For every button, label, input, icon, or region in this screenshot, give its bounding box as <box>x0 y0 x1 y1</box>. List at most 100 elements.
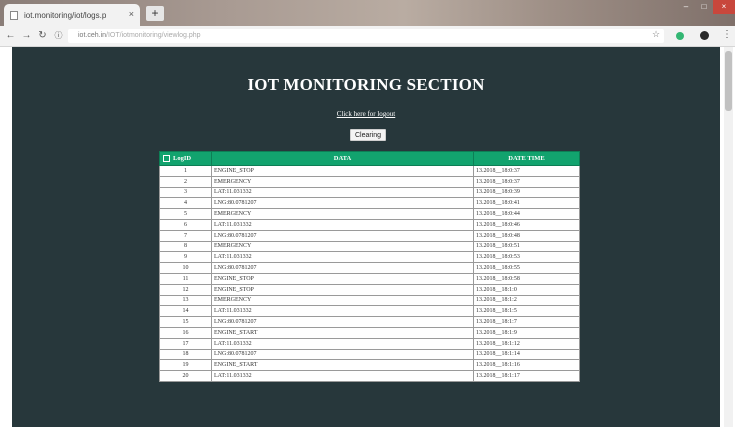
datetime-cell: 13.2018__18:1:5 <box>473 305 580 318</box>
logid-cell: 15 <box>159 316 212 328</box>
data-cell: EMERGENCY <box>211 175 474 188</box>
table-row: 8 EMERGENCY 13.2018__18:0:51 <box>159 240 580 253</box>
datetime-cell: 13.2018__18:1:2 <box>473 294 580 307</box>
data-cell: LAT:11.031332 <box>211 186 474 199</box>
close-tab-icon[interactable]: × <box>129 9 134 19</box>
data-cell: LAT:11.031332 <box>211 370 474 382</box>
datetime-cell: 13.2018__18:1:16 <box>473 359 580 372</box>
logid-cell: 11 <box>159 272 212 285</box>
table-row: 2 EMERGENCY 13.2018__18:0:37 <box>159 175 580 188</box>
data-cell: ENGINE_START <box>211 359 474 372</box>
scrollbar-thumb[interactable] <box>725 51 732 111</box>
data-cell: ENGINE_STOP <box>211 165 474 177</box>
data-cell: LAT:11.031332 <box>211 218 474 231</box>
datetime-cell: 13.2018__18:0:48 <box>473 229 580 242</box>
datetime-cell: 13.2018__18:1:17 <box>473 370 580 382</box>
column-header-datetime: DATE TIME <box>473 151 580 166</box>
back-arrow-icon[interactable]: ← <box>4 29 17 42</box>
logid-cell: 7 <box>159 229 212 242</box>
table-row: 17 LAT:11.031332 13.2018__18:1:12 <box>159 337 580 350</box>
logout-link[interactable]: Click here for logout <box>12 110 720 118</box>
info-icon[interactable]: ⓘ <box>52 29 65 42</box>
table-row: 4 LNG:80.0781207 13.2018__18:0:41 <box>159 197 580 210</box>
datetime-cell: 13.2018__18:0:46 <box>473 218 580 231</box>
data-cell: LAT:11.031332 <box>211 251 474 264</box>
data-cell: LNG:80.0781207 <box>211 197 474 210</box>
table-row: 12 ENGINE_STOP 13.2018__18:1:0 <box>159 283 580 296</box>
logid-cell: 14 <box>159 305 212 318</box>
tab-title: iot.monitoring/iot/logs.p <box>24 11 107 20</box>
logid-cell: 6 <box>159 218 212 231</box>
column-header-logid: LogID <box>159 151 212 166</box>
column-header-data: DATA <box>211 151 474 166</box>
data-cell: EMERGENCY <box>211 294 474 307</box>
clear-button[interactable]: Clearing <box>350 129 386 141</box>
data-cell: LNG:80.0781207 <box>211 229 474 242</box>
datetime-cell: 13.2018__18:0:37 <box>473 175 580 188</box>
browser-toolbar: ← → ↻ ⓘ iot.ceh.in/IOT/iotmonitoring/vie… <box>0 26 735 47</box>
data-cell: LAT:11.031332 <box>211 305 474 318</box>
data-cell: ENGINE_STOP <box>211 283 474 296</box>
logid-cell: 17 <box>159 337 212 350</box>
table-row: 15 LNG:80.0781207 13.2018__18:1:7 <box>159 316 580 328</box>
log-table: LogID DATA DATE TIME 1 ENGINE_STOP 13.2018… <box>159 151 580 382</box>
browser-tab[interactable]: iot.monitoring/iot/logs.p × <box>4 4 140 26</box>
extension-icon[interactable] <box>676 32 684 40</box>
table-row: 6 LAT:11.031332 13.2018__18:0:46 <box>159 218 580 231</box>
page-title: IOT MONITORING SECTION <box>247 75 485 94</box>
table-body: 1 ENGINE_STOP 13.2018__18:0:37 2 EMERGENCY 13… <box>159 165 580 382</box>
data-cell: ENGINE_START <box>211 326 474 339</box>
data-cell: ENGINE_STOP <box>211 272 474 285</box>
url-path: /IOT/iotmonitoring/viewlog.php <box>106 32 201 39</box>
datetime-cell: 13.2018__18:0:58 <box>473 272 580 285</box>
table-row: 5 EMERGENCY 13.2018__18:0:44 <box>159 208 580 220</box>
logid-cell: 1 <box>159 165 212 177</box>
address-bar[interactable]: iot.ceh.in/IOT/iotmonitoring/viewlog.php <box>68 29 664 43</box>
menu-icon[interactable]: ⋮ <box>722 29 732 40</box>
datetime-cell: 13.2018__18:0:39 <box>473 186 580 199</box>
table-row: 1 ENGINE_STOP 13.2018__18:0:37 <box>159 165 580 177</box>
data-cell: LNG:80.0781207 <box>211 262 474 274</box>
profile-icon[interactable] <box>700 31 709 40</box>
page-scrollbar[interactable] <box>724 47 733 427</box>
logid-cell: 19 <box>159 359 212 372</box>
window-controls: – □ × <box>677 0 735 14</box>
logid-cell: 4 <box>159 197 212 210</box>
window-close-icon[interactable]: × <box>713 0 735 14</box>
url-host: iot.ceh.in <box>78 32 107 39</box>
page-favicon-icon <box>10 11 18 20</box>
minimize-icon[interactable]: – <box>677 0 695 14</box>
logid-cell: 13 <box>159 294 212 307</box>
logid-cell: 9 <box>159 251 212 264</box>
logid-cell: 16 <box>159 326 212 339</box>
datetime-cell: 13.2018__18:1:9 <box>473 326 580 339</box>
datetime-cell: 13.2018__18:0:41 <box>473 197 580 210</box>
datetime-cell: 13.2018__18:1:14 <box>473 348 580 361</box>
table-row: 18 LNG:80.0781207 13.2018__18:1:14 <box>159 348 580 361</box>
forward-arrow-icon[interactable]: → <box>20 29 33 42</box>
new-tab-button[interactable]: + <box>146 6 164 21</box>
table-row: 10 LNG:80.0781207 13.2018__18:0:55 <box>159 262 580 274</box>
browser-window: iot.monitoring/iot/logs.p × + – □ × ← → … <box>0 0 735 427</box>
logid-cell: 3 <box>159 186 212 199</box>
data-cell: EMERGENCY <box>211 240 474 253</box>
maximize-icon[interactable]: □ <box>695 0 713 14</box>
data-cell: LNG:80.0781207 <box>211 348 474 361</box>
table-row: 20 LAT:11.031332 13.2018__18:1:17 <box>159 370 580 382</box>
reload-icon[interactable]: ↻ <box>36 29 49 42</box>
checkbox-icon[interactable] <box>163 155 170 162</box>
tab-strip: iot.monitoring/iot/logs.p × + – □ × <box>0 0 735 26</box>
logid-cell: 10 <box>159 262 212 274</box>
page-viewport: IOT MONITORING SECTION Click here for lo… <box>0 47 735 427</box>
data-cell: EMERGENCY <box>211 208 474 220</box>
datetime-cell: 13.2018__18:1:12 <box>473 337 580 350</box>
data-cell: LNG:80.0781207 <box>211 316 474 328</box>
table-row: 14 LAT:11.031332 13.2018__18:1:5 <box>159 305 580 318</box>
datetime-cell: 13.2018__18:0:37 <box>473 165 580 177</box>
table-row: 16 ENGINE_START 13.2018__18:1:9 <box>159 326 580 339</box>
table-row: 3 LAT:11.031332 13.2018__18:0:39 <box>159 186 580 199</box>
logid-cell: 12 <box>159 283 212 296</box>
datetime-cell: 13.2018__18:1:7 <box>473 316 580 328</box>
datetime-cell: 13.2018__18:0:44 <box>473 208 580 220</box>
star-icon[interactable]: ☆ <box>652 29 660 40</box>
